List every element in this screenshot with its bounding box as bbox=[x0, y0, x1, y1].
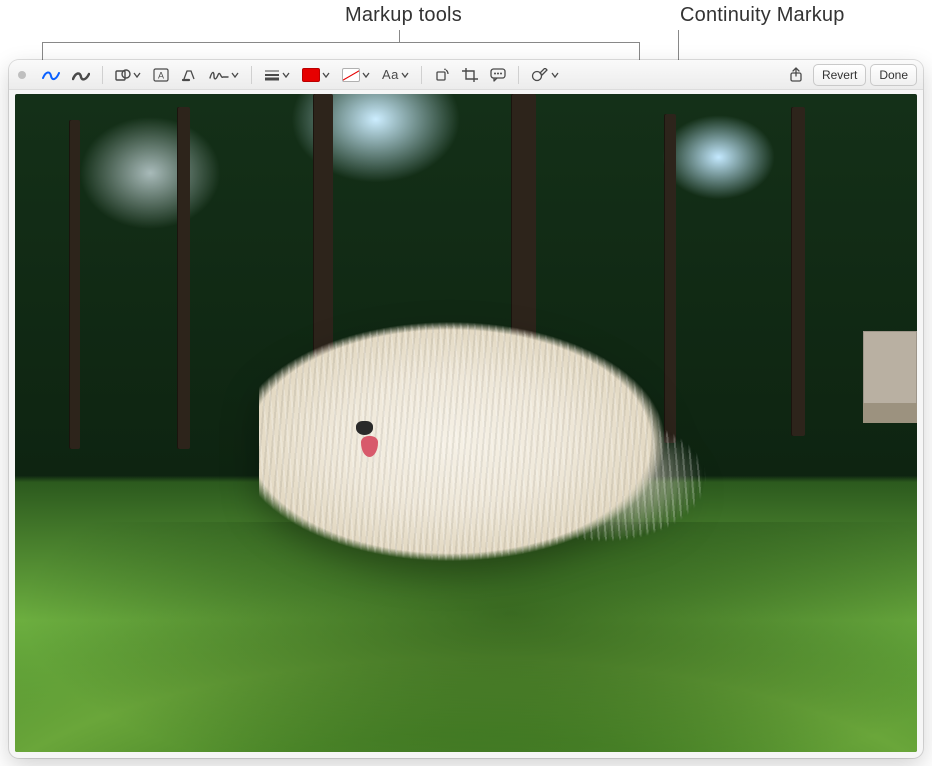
callout-continuity-markup: Continuity Markup bbox=[680, 4, 845, 27]
annotate-icon bbox=[531, 68, 549, 82]
chevron-down-icon bbox=[362, 71, 370, 79]
border-color-button[interactable] bbox=[296, 63, 336, 87]
chevron-down-icon bbox=[322, 71, 330, 79]
separator bbox=[421, 66, 422, 84]
image-canvas[interactable] bbox=[15, 94, 917, 752]
share-button[interactable] bbox=[783, 63, 809, 87]
draw-icon bbox=[72, 68, 90, 82]
dog-subject bbox=[259, 311, 737, 601]
bracket-markup-tools bbox=[42, 42, 640, 43]
leader-markup-tools bbox=[399, 30, 400, 42]
continuity-markup-button[interactable] bbox=[525, 63, 565, 87]
line-weight-icon bbox=[264, 68, 280, 82]
separator bbox=[518, 66, 519, 84]
chevron-down-icon bbox=[133, 71, 141, 79]
shapes-button[interactable] bbox=[109, 63, 147, 87]
speech-bubble-icon bbox=[490, 68, 506, 82]
text-style-button[interactable]: Aa bbox=[376, 63, 415, 87]
rotate-icon bbox=[434, 68, 450, 82]
shapes-icon bbox=[115, 68, 131, 82]
revert-label: Revert bbox=[822, 68, 857, 82]
chevron-down-icon bbox=[231, 71, 239, 79]
text-icon: A bbox=[153, 68, 169, 82]
sketch-icon bbox=[42, 68, 60, 82]
shape-style-button[interactable] bbox=[258, 63, 296, 87]
rotate-button[interactable] bbox=[428, 63, 456, 87]
chevron-down-icon bbox=[401, 71, 409, 79]
share-icon bbox=[789, 67, 803, 83]
photo-placeholder bbox=[15, 94, 917, 752]
image-description-button[interactable] bbox=[484, 63, 512, 87]
svg-text:A: A bbox=[158, 70, 164, 80]
chevron-down-icon bbox=[282, 71, 290, 79]
fill-color-button[interactable] bbox=[336, 63, 376, 87]
zoom-to-fit-icon[interactable] bbox=[18, 71, 26, 79]
done-button[interactable]: Done bbox=[870, 64, 917, 86]
no-fill-icon bbox=[342, 68, 360, 82]
markup-toolbar: A bbox=[9, 60, 923, 90]
highlight-icon bbox=[181, 68, 197, 82]
done-label: Done bbox=[879, 68, 908, 82]
callout-markup-tools: Markup tools bbox=[345, 4, 462, 27]
quick-look-markup-window: A bbox=[9, 60, 923, 758]
signature-icon bbox=[209, 68, 229, 82]
separator bbox=[251, 66, 252, 84]
chevron-down-icon bbox=[551, 71, 559, 79]
sign-button[interactable] bbox=[203, 63, 245, 87]
crop-icon bbox=[462, 68, 478, 82]
revert-button[interactable]: Revert bbox=[813, 64, 866, 86]
sketch-button[interactable] bbox=[36, 63, 66, 87]
separator bbox=[102, 66, 103, 84]
window-controls bbox=[18, 71, 26, 79]
highlight-button[interactable] bbox=[175, 63, 203, 87]
text-button[interactable]: A bbox=[147, 63, 175, 87]
draw-button[interactable] bbox=[66, 63, 96, 87]
text-style-label: Aa bbox=[382, 67, 399, 82]
crop-button[interactable] bbox=[456, 63, 484, 87]
leader-continuity-markup bbox=[678, 30, 679, 62]
color-swatch-icon bbox=[302, 68, 320, 82]
